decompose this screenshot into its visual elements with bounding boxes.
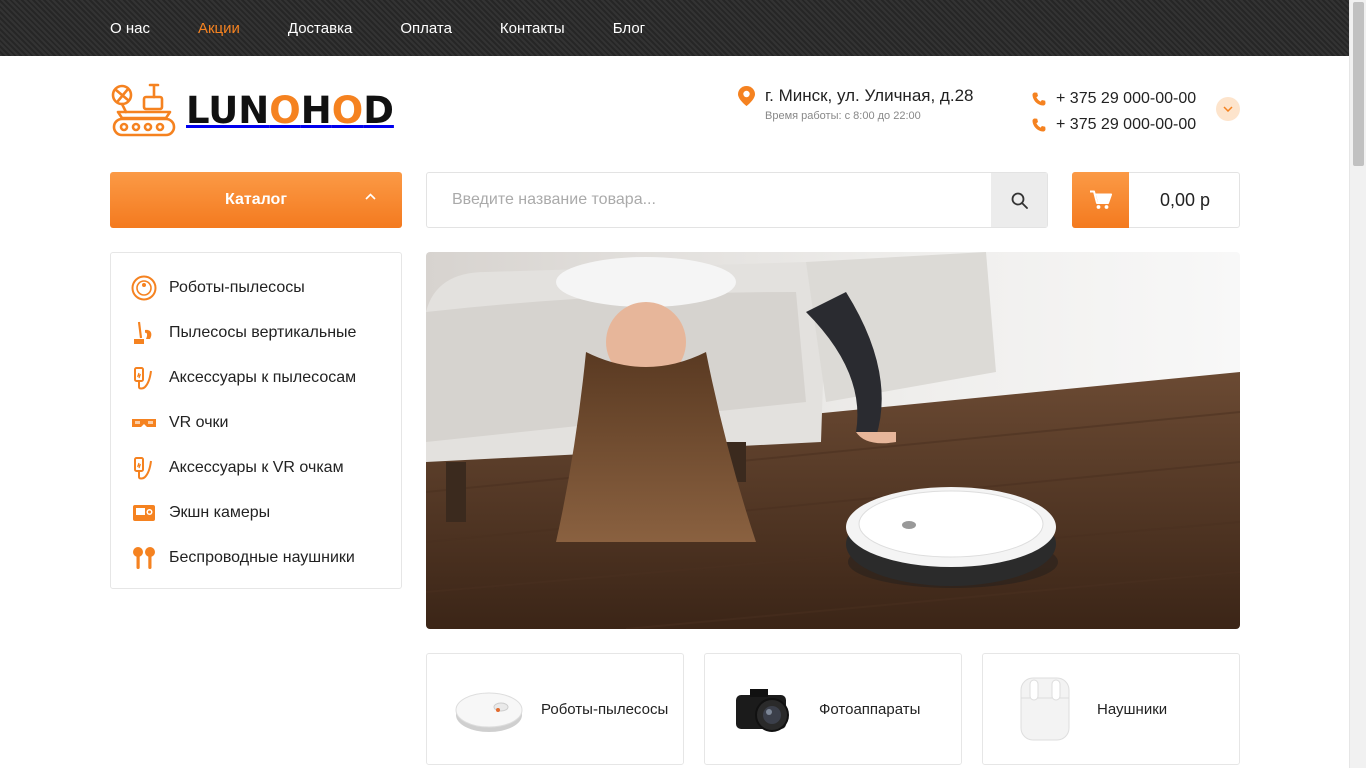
tile-label: Фотоаппараты [819,700,921,718]
phone-number-text: + 375 29 000-00-00 [1056,90,1197,107]
working-hours: Время работы: с 8:00 до 22:00 [765,110,921,122]
top-bar: О нас Акции Доставка Оплата Контакты Бло… [0,0,1349,56]
hero-banner[interactable] [426,252,1240,629]
top-nav: О нас Акции Доставка Оплата Контакты Бло… [110,0,693,56]
category-label: Экшн камеры [169,503,271,521]
hero-banner-image [426,252,1240,629]
phones-dropdown-toggle[interactable] [1216,97,1240,121]
search-box [426,172,1048,228]
catalog-button-label: Каталог [225,191,287,208]
phone-number[interactable]: + 375 29 000-00-00 [1032,86,1196,112]
phone-icon [1032,92,1046,106]
category-item-vr-accessories[interactable]: Аксессуары к VR очкам [111,445,401,490]
address-text: г. Минск, ул. Уличная, д.28 [765,86,974,105]
address-line: г. Минск, ул. Уличная, д.28 [738,86,973,106]
site-logo[interactable]: LUNOHOD [110,80,394,140]
cart-icon-box[interactable] [1072,172,1129,228]
category-label: VR очки [169,413,229,431]
brand-name-part: H [300,88,332,132]
search-input[interactable] [427,173,993,227]
category-label: Аксессуары к VR очкам [169,458,344,476]
catalog-button[interactable]: Каталог [110,172,402,228]
category-list: Роботы-пылесосы Пылесосы вертикальные Ак… [110,252,402,589]
scrollbar-thumb[interactable] [1353,2,1364,166]
tile-robot-vacuums[interactable]: Роботы-пылесосы [426,653,684,765]
nav-link-payment[interactable]: Оплата [400,20,452,37]
chevron-up-icon [365,193,376,200]
map-pin-icon [738,86,755,106]
category-item-robot-vacuums[interactable]: Роботы-пылесосы [111,265,401,310]
category-item-action-cameras[interactable]: Экшн камеры [111,490,401,535]
tile-headphones[interactable]: Наушники [982,653,1240,765]
nav-link-delivery[interactable]: Доставка [288,20,352,37]
nav-link-blog[interactable]: Блог [613,20,645,37]
category-label: Аксессуары к пылесосам [169,368,357,386]
store-address-block: г. Минск, ул. Уличная, д.28 Время работы… [738,86,973,122]
category-item-vr-glasses[interactable]: VR очки [111,400,401,445]
dslr-camera-photo [727,669,807,749]
phone-list: + 375 29 000-00-00 + 375 29 000-00-00 [1032,86,1196,138]
brand-name: LUNOHOD [186,89,394,132]
phone-number-text: + 375 29 000-00-00 [1056,116,1197,133]
search-button[interactable] [991,173,1047,227]
phone-icon [1032,118,1046,132]
category-label: Беспроводные наушники [169,548,355,566]
earbuds-icon [131,545,157,571]
nav-link-contacts[interactable]: Контакты [500,20,565,37]
featured-categories: Роботы-пылесосы Фотоаппараты Наушники [426,653,1240,765]
lunar-rover-logo-icon [111,83,176,137]
action-camera-icon [131,500,157,526]
accessory-cable-icon [131,365,157,391]
brand-name-part: LUN [186,88,270,132]
page-scrollbar[interactable] [1349,0,1366,768]
category-item-wireless-headphones[interactable]: Беспроводные наушники [111,535,401,580]
chevron-down-icon [1223,106,1233,112]
robot-vacuum-icon [131,275,157,301]
vertical-vacuum-icon [131,320,157,346]
cart-widget[interactable]: 0,00 р [1072,172,1240,228]
category-item-vacuum-accessories[interactable]: Аксессуары к пылесосам [111,355,401,400]
phone-number[interactable]: + 375 29 000-00-00 [1032,112,1196,138]
category-label: Роботы-пылесосы [169,278,305,296]
nav-link-promotions[interactable]: Акции [198,20,240,37]
tile-label: Наушники [1097,700,1168,718]
earbuds-case-photo [1005,669,1085,749]
tile-label: Роботы-пылесосы [541,700,669,718]
brand-name-accent: O [331,88,364,132]
brand-name-part: D [363,88,394,132]
vr-glasses-icon [131,410,157,436]
accessory-cable-icon [131,455,157,481]
category-label: Пылесосы вертикальные [169,323,357,341]
category-item-vertical-vacuums[interactable]: Пылесосы вертикальные [111,310,401,355]
search-icon [1011,192,1028,209]
brand-name-accent: O [269,88,301,132]
tile-cameras[interactable]: Фотоаппараты [704,653,962,765]
nav-link-about[interactable]: О нас [110,20,150,37]
cart-total: 0,00 р [1159,189,1211,210]
shopping-cart-icon [1089,190,1112,209]
robot-vacuum-photo [449,669,529,749]
